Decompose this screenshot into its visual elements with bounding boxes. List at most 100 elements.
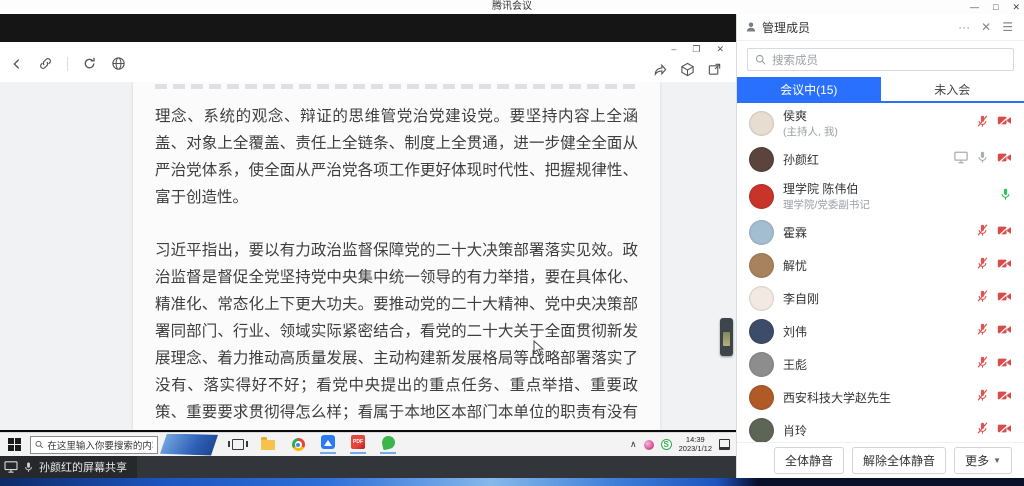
member-row[interactable]: 理学院 陈伟伯理学院/党委副书记 [737,176,1024,216]
close-icon[interactable]: ✕ [1012,0,1020,14]
member-row[interactable]: 侯爽(主持人, 我) [737,103,1024,143]
floating-widget[interactable] [720,318,733,356]
document-toolbar: – ❐ ✕ [0,42,736,82]
member-row[interactable]: 王彪 [737,348,1024,381]
member-subtitle: 理学院/党委副书记 [783,197,999,212]
mic-off-icon[interactable] [976,223,989,242]
share-banner-chip[interactable]: 孙颜红的屏幕共享 [0,456,137,478]
member-row[interactable]: 刘伟 [737,315,1024,348]
document-page: 理念、系统的观念、辩证的思维管党治党建设党。要坚持内容上全涵盖、对象上全覆盖、责… [133,82,660,430]
member-name: 李自刚 [783,290,976,307]
action-center-icon[interactable] [719,439,730,450]
member-panel-header: 管理成员 ··· ✕ ☰ [737,14,1024,41]
member-icon [745,21,757,33]
mic-off-icon[interactable] [976,355,989,374]
camera-off-icon[interactable] [997,422,1012,440]
globe-icon[interactable] [111,56,126,71]
share-banner: 孙颜红的屏幕共享 [0,456,736,478]
maximize-icon[interactable]: □ [993,0,998,14]
member-row[interactable]: 解忧 [737,249,1024,282]
member-list: 侯爽(主持人, 我)孙颜红理学院 陈伟伯理学院/党委副书记霍霖解忧李自刚刘伟王彪… [737,103,1024,442]
member-name: 理学院 陈伟伯 [783,180,999,197]
camera-off-icon[interactable] [997,257,1012,275]
avatar [749,147,774,172]
mic-off-icon[interactable] [976,256,989,275]
pdf-app-icon[interactable]: PDF [350,433,366,457]
mic-off-icon[interactable] [976,421,989,440]
task-view-icon[interactable] [230,433,246,457]
avatar [749,253,774,278]
avatar [749,385,774,410]
member-name: 刘伟 [783,323,976,340]
mic-on-icon[interactable] [999,187,1012,206]
search-icon [755,54,766,65]
back-icon[interactable] [10,57,24,71]
more-button[interactable]: 更多▼ [954,447,1012,474]
member-panel-footer: 全体静音 解除全体静音 更多▼ [737,442,1024,478]
taskbar-search-input[interactable]: 在这里输入你要搜索的内容 [30,436,158,454]
taskbar-clock[interactable]: 14:39 2023/1/12 [679,436,712,453]
doc-paragraph-2: 习近平指出，要以有力政治监督保障党的二十大决策部署落实见效。政治监督是督促全党坚… [155,237,638,430]
camera-off-icon[interactable] [997,290,1012,308]
member-name: 西安科技大学赵先生 [783,389,976,406]
link-icon[interactable] [38,56,53,71]
doc-close-icon[interactable]: ✕ [716,44,724,55]
camera-off-icon[interactable] [997,114,1012,132]
member-name: 王彪 [783,356,976,373]
mute-all-button[interactable]: 全体静音 [774,447,844,474]
camera-off-icon[interactable] [997,389,1012,407]
panel-more-icon[interactable]: ··· [955,20,973,34]
tray-green-icon[interactable]: S [661,439,672,450]
green-app-icon[interactable] [380,433,396,457]
tray-expand-icon[interactable]: ∧ [630,439,637,450]
member-row[interactable]: 西安科技大学赵先生 [737,381,1024,414]
tray-pink-icon[interactable] [644,440,654,450]
mic-icon[interactable] [976,150,989,169]
panel-close-icon[interactable]: ✕ [978,20,994,34]
file-explorer-icon[interactable] [260,433,276,457]
mic-off-icon[interactable] [976,388,989,407]
mic-off-icon[interactable] [976,289,989,308]
minimize-icon[interactable]: — [970,0,979,14]
document-canvas[interactable]: 理念、系统的观念、辩证的思维管党治党建设党。要坚持内容上全涵盖、对象上全覆盖、责… [0,82,736,430]
hamburger-icon[interactable]: ☰ [999,20,1016,34]
titlebar: 腾讯会议 — □ ✕ [0,0,1024,14]
tab-in-meeting[interactable]: 会议中(15) [737,77,881,101]
member-search-input[interactable]: 搜索成员 [747,48,1014,71]
mouse-cursor [533,340,544,361]
news-widget-image[interactable] [160,434,218,456]
member-row[interactable]: 肖玲 [737,414,1024,442]
start-icon[interactable] [8,438,21,451]
tencent-meeting-window: 腾讯会议 — □ ✕ [0,0,1024,486]
avatar [749,184,774,209]
unmute-all-button[interactable]: 解除全体静音 [852,447,946,474]
refresh-icon[interactable] [82,56,97,71]
cube-icon[interactable] [680,62,695,82]
shared-taskbar: 在这里输入你要搜索的内容 PDF ∧ S 14:39 [0,432,736,456]
doc-minimize-icon[interactable]: – [671,44,676,55]
chrome-icon[interactable] [290,433,306,457]
export-window-icon[interactable] [707,62,722,82]
share-icon[interactable] [652,62,668,82]
member-subtitle: (主持人, 我) [783,124,976,139]
mic-off-icon[interactable] [976,322,989,341]
member-row[interactable]: 李自刚 [737,282,1024,315]
member-name: 霍霖 [783,224,976,241]
camera-off-icon[interactable] [997,151,1012,169]
camera-off-icon[interactable] [997,224,1012,242]
shared-document-window: – ❐ ✕ [0,42,736,430]
tab-not-joined[interactable]: 未入会 [881,77,1024,101]
search-icon [35,440,43,449]
docs-app-icon[interactable] [320,433,336,457]
doc-restore-icon[interactable]: ❐ [692,44,700,55]
camera-off-icon[interactable] [997,356,1012,374]
chevron-down-icon: ▼ [993,456,1001,465]
monitor-icon [4,461,18,473]
camera-off-icon[interactable] [997,323,1012,341]
doc-paragraph-1: 理念、系统的观念、辩证的思维管党治党建设党。要坚持内容上全涵盖、对象上全覆盖、责… [155,103,638,211]
mic-off-icon[interactable] [976,114,989,133]
member-row[interactable]: 孙颜红 [737,143,1024,176]
member-name: 孙颜红 [783,151,954,168]
screen-share-stage: – ❐ ✕ [0,14,736,486]
member-row[interactable]: 霍霖 [737,216,1024,249]
